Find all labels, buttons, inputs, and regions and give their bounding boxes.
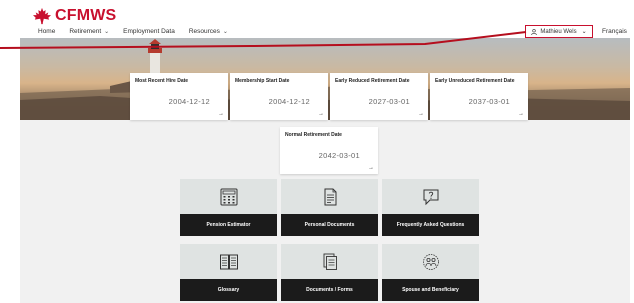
date-card-early-reduced-retirement[interactable]: Early Reduced Retirement Date 2027-03-01… [330, 73, 428, 120]
date-card-normal-retirement[interactable]: Normal Retirement Date 2042-03-01 → [280, 127, 378, 174]
question-bubble-icon [423, 189, 438, 205]
nav-item-label: Employment Data [123, 28, 175, 35]
forms-icon [323, 253, 337, 270]
arrow-right-icon: → [318, 111, 324, 117]
brand-name: CFMWS [55, 7, 117, 24]
tile-image [281, 244, 378, 279]
tile-image [382, 179, 479, 214]
nav-item-retirement[interactable]: Retirement ⌄ [69, 28, 109, 35]
maple-leaf-icon [33, 7, 51, 25]
tile-pension-estimator[interactable]: Pension Estimator [180, 179, 277, 236]
date-card-most-recent-hire[interactable]: Most Recent Hire Date 2004-12-12 → [130, 73, 228, 120]
user-name: Mathieu Wels [540, 28, 577, 35]
tile-documents-forms[interactable]: Documents / Forms [281, 244, 378, 301]
chevron-down-icon: ⌄ [581, 29, 587, 35]
arrow-right-icon: → [518, 111, 524, 117]
nav-item-label: Retirement [69, 28, 102, 35]
tile-spouse-beneficiary[interactable]: Spouse and Beneficiary [382, 244, 479, 301]
arrow-right-icon: → [418, 111, 424, 117]
card-title: Early Reduced Retirement Date [335, 78, 410, 84]
nav-item-label: Resources [188, 28, 220, 35]
arrow-right-icon: → [368, 165, 374, 171]
chevron-down-icon: ⌄ [222, 29, 228, 35]
nav-item-home[interactable]: Home [38, 28, 55, 35]
header: CFMWS Home Retirement ⌄ Employment Data … [0, 0, 634, 38]
card-value: 2004-12-12 [168, 97, 210, 106]
nav-item-label: Home [38, 28, 56, 35]
card-title: Membership Start Date [235, 78, 290, 84]
tile-faq[interactable]: Frequently Asked Questions [382, 179, 479, 236]
tile-label: Personal Documents [281, 214, 378, 236]
tile-glossary[interactable]: Glossary [180, 244, 277, 301]
tile-personal-documents[interactable]: Personal Documents [281, 179, 378, 236]
tile-label: Glossary [180, 279, 277, 301]
user-menu-button[interactable]: Mathieu Wels ⌄ [525, 25, 593, 38]
tile-label: Pension Estimator [180, 214, 277, 236]
nav-item-employment-data[interactable]: Employment Data [123, 28, 175, 35]
tile-image [382, 244, 479, 279]
card-value: 2004-12-12 [268, 97, 310, 106]
user-icon [531, 28, 538, 35]
tile-image [281, 179, 378, 214]
document-icon [324, 188, 336, 205]
tile-image [180, 179, 277, 214]
card-value: 2027-03-01 [368, 97, 410, 106]
calculator-icon [220, 188, 237, 205]
tile-label: Spouse and Beneficiary [382, 279, 479, 301]
card-title: Early Unreduced Retirement Date [435, 78, 515, 84]
arrow-right-icon: → [218, 111, 224, 117]
tile-image [180, 244, 277, 279]
nav-item-resources[interactable]: Resources ⌄ [189, 28, 228, 35]
card-value: 2042-03-01 [318, 151, 360, 160]
card-title: Normal Retirement Date [285, 132, 342, 138]
tile-label: Documents / Forms [281, 279, 378, 301]
brand-logo[interactable]: CFMWS [31, 6, 116, 26]
people-icon [422, 253, 439, 270]
book-icon [219, 254, 238, 269]
card-value: 2037-03-01 [468, 97, 510, 106]
date-card-early-unreduced-retirement[interactable]: Early Unreduced Retirement Date 2037-03-… [430, 73, 528, 120]
chevron-down-icon: ⌄ [104, 29, 110, 35]
language-toggle[interactable]: Français [602, 28, 627, 35]
tile-label: Frequently Asked Questions [382, 214, 479, 236]
main-nav: Home Retirement ⌄ Employment Data Resour… [38, 28, 242, 35]
card-title: Most Recent Hire Date [135, 78, 189, 84]
date-card-membership-start[interactable]: Membership Start Date 2004-12-12 → [230, 73, 328, 120]
